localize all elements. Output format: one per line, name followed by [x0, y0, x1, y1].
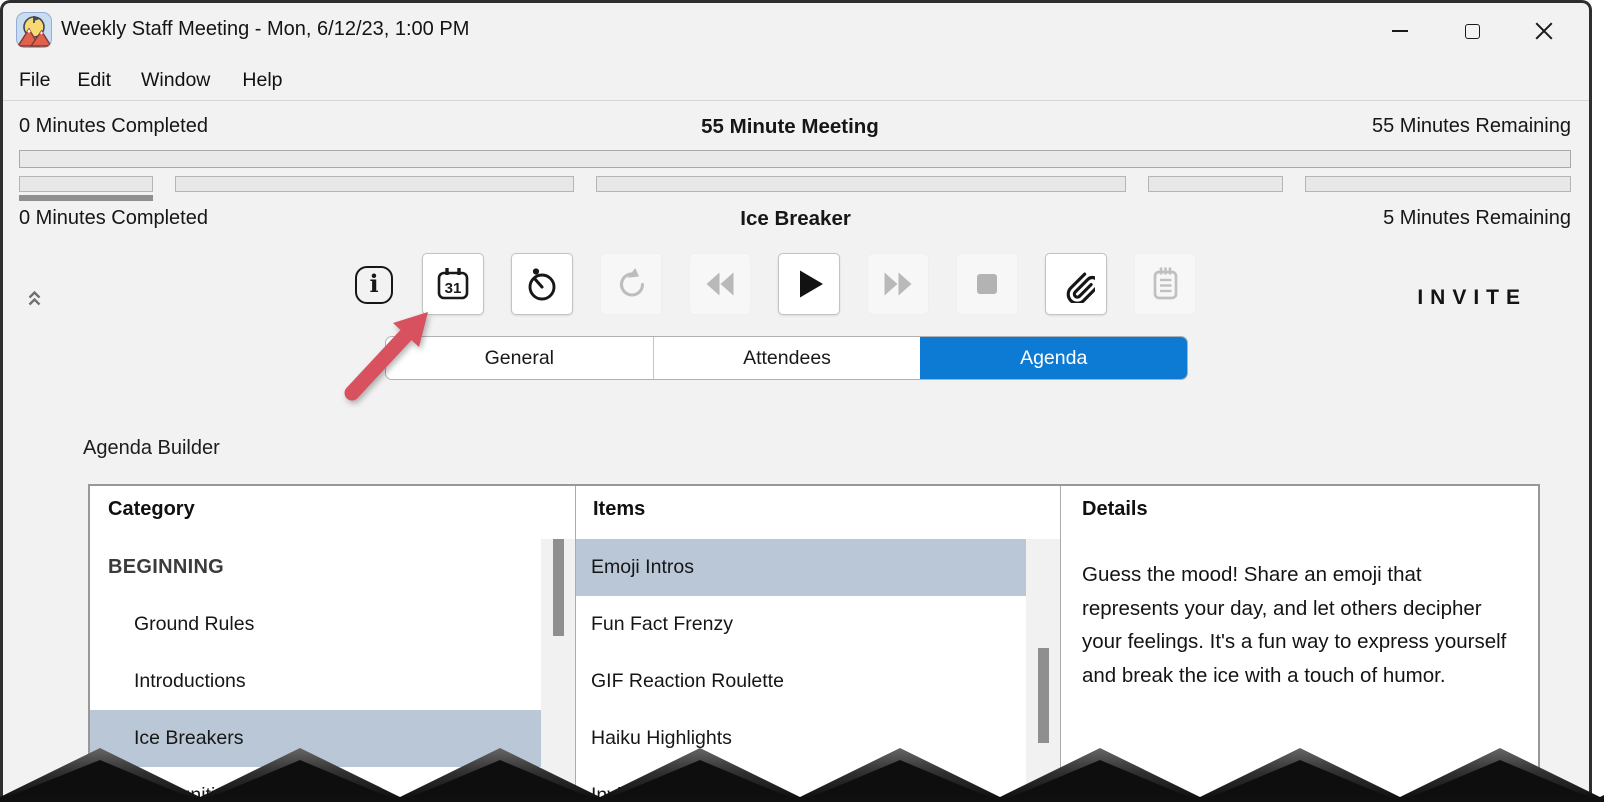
maximize-icon — [1464, 23, 1480, 39]
rewind-icon — [706, 272, 734, 296]
title-bar: Weekly Staff Meeting - Mon, 6/12/23, 1:0… — [3, 3, 1589, 59]
info-button[interactable]: i — [355, 266, 393, 304]
fast-forward-button[interactable] — [867, 253, 929, 315]
tab-agenda[interactable]: Agenda — [920, 337, 1187, 379]
category-item-introductions[interactable]: Introductions — [90, 653, 541, 710]
details-text: Guess the mood! Share an emoji that repr… — [1082, 563, 1507, 687]
notes-button[interactable] — [1134, 253, 1196, 315]
fast-forward-icon — [884, 272, 912, 296]
undo-icon — [619, 268, 645, 297]
menu-bar: File Edit Window Help — [3, 61, 1589, 101]
item-gif-reaction-roulette[interactable]: GIF Reaction Roulette — [576, 653, 1026, 710]
overall-completed-label: 0 Minutes Completed — [19, 115, 208, 137]
agenda-segment-1 — [175, 176, 574, 192]
overall-progress-bar — [19, 150, 1571, 168]
window-controls — [1371, 10, 1573, 52]
segment-completed-label: 0 Minutes Completed — [19, 207, 208, 229]
item-emoji-intros[interactable]: Emoji Intros — [576, 539, 1026, 596]
tab-attendees[interactable]: Attendees — [652, 337, 921, 379]
minimize-button[interactable] — [1371, 10, 1429, 52]
play-button[interactable] — [778, 253, 840, 315]
menu-window[interactable]: Window — [141, 69, 210, 92]
collapse-up-icon — [28, 290, 41, 306]
segment-remaining-label: 5 Minutes Remaining — [1383, 207, 1571, 229]
minimize-icon — [1392, 30, 1408, 32]
category-group-label: BEGINNING — [108, 556, 225, 578]
category-scrollbar-thumb[interactable] — [553, 539, 564, 636]
timer-icon — [528, 268, 556, 301]
category-item-ground-rules[interactable]: Ground Rules — [90, 596, 541, 653]
svg-text:31: 31 — [445, 280, 462, 297]
overall-progress-labels: 0 Minutes Completed 55 Minute Meeting 55… — [19, 115, 1571, 139]
agenda-segment-4 — [1304, 176, 1572, 192]
toolbar: 31 — [422, 253, 1196, 315]
info-icon: i — [369, 269, 379, 298]
overall-remaining-label: 55 Minutes Remaining — [1371, 115, 1571, 137]
invite-button[interactable]: INVITE — [1417, 286, 1527, 310]
app-window: Weekly Staff Meeting - Mon, 6/12/23, 1:0… — [0, 0, 1592, 802]
collapse-button[interactable] — [27, 290, 42, 307]
notes-icon — [1153, 267, 1178, 300]
calendar-icon: 31 — [437, 268, 469, 300]
menu-file[interactable]: File — [19, 69, 50, 92]
paperclip-icon — [1066, 272, 1095, 303]
segment-progress-labels: 0 Minutes Completed Ice Breaker 5 Minute… — [19, 207, 1571, 231]
category-header: Category — [108, 498, 195, 520]
maximize-button[interactable] — [1443, 10, 1501, 52]
current-agenda-item-label: Ice Breaker — [740, 207, 851, 230]
close-button[interactable] — [1515, 10, 1573, 52]
menu-help[interactable]: Help — [242, 69, 282, 92]
timer-button[interactable] — [511, 253, 573, 315]
details-header: Details — [1082, 498, 1148, 520]
app-icon — [16, 12, 52, 48]
agenda-builder-label: Agenda Builder — [83, 437, 220, 459]
close-icon — [1534, 21, 1554, 41]
agenda-segment-3 — [1148, 176, 1283, 192]
agenda-segment-2 — [595, 176, 1127, 192]
window-title: Weekly Staff Meeting - Mon, 6/12/23, 1:0… — [61, 18, 470, 40]
screenshot-stage: Weekly Staff Meeting - Mon, 6/12/23, 1:0… — [0, 0, 1604, 802]
annotation-arrow — [344, 312, 428, 401]
stop-icon — [977, 274, 997, 294]
play-icon — [800, 270, 823, 298]
items-scrollbar-thumb[interactable] — [1038, 648, 1049, 743]
meeting-duration-label: 55 Minute Meeting — [701, 115, 879, 138]
stop-button[interactable] — [956, 253, 1018, 315]
torn-edge — [0, 748, 1604, 802]
item-fun-fact-frenzy[interactable]: Fun Fact Frenzy — [576, 596, 1026, 653]
attachment-button[interactable] — [1045, 253, 1107, 315]
undo-button[interactable] — [600, 253, 662, 315]
agenda-segment-0 — [19, 176, 154, 201]
tab-strip: General Attendees Agenda — [385, 336, 1188, 380]
segment-bar — [19, 176, 1572, 201]
menu-edit[interactable]: Edit — [77, 69, 111, 92]
items-header: Items — [593, 498, 646, 520]
rewind-button[interactable] — [689, 253, 751, 315]
